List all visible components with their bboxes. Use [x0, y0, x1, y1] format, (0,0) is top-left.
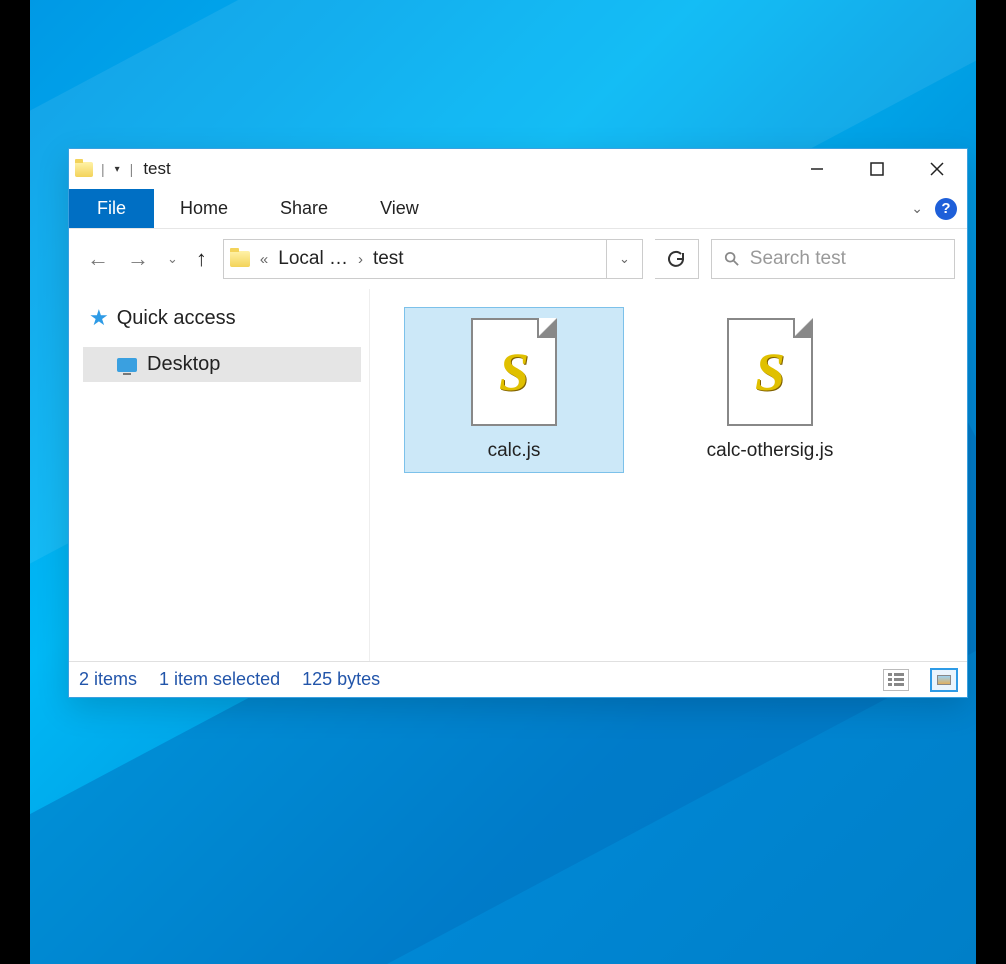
window-controls [787, 149, 967, 189]
status-selection: 1 item selected [159, 669, 280, 690]
status-item-count: 2 items [79, 669, 137, 690]
address-dropdown-icon[interactable]: ⌄ [606, 240, 642, 278]
navigation-row: ← → ⌄ ↑ « Local … › test ⌄ [69, 229, 967, 289]
star-icon: ★ [89, 305, 109, 331]
large-icons-view-button[interactable] [931, 669, 957, 691]
close-button[interactable] [907, 149, 967, 189]
main-area: ★ Quick access Desktop S calc.js [69, 289, 967, 661]
chevron-right-icon: › [358, 251, 363, 268]
status-bar: 2 items 1 item selected 125 bytes [69, 661, 967, 697]
sidebar-item-desktop[interactable]: Desktop [83, 347, 361, 382]
title-separator: | [130, 161, 134, 177]
breadcrumb-segment[interactable]: Local … [278, 248, 348, 270]
file-item[interactable]: S calc-othersig.js [660, 307, 880, 473]
file-name: calc.js [488, 440, 541, 462]
tab-share[interactable]: Share [254, 189, 354, 228]
tab-view[interactable]: View [354, 189, 445, 228]
folder-icon [75, 162, 93, 177]
minimize-button[interactable] [787, 149, 847, 189]
refresh-button[interactable] [655, 239, 699, 279]
status-size: 125 bytes [302, 669, 380, 690]
jscript-file-icon: S [727, 318, 813, 426]
title-bar: | ▾ | test [69, 149, 967, 189]
explorer-window: | ▾ | test File Home Share V [68, 148, 968, 698]
title-separator: | [101, 161, 105, 177]
ribbon-collapse-icon[interactable]: ⌄ [911, 200, 923, 217]
quick-access-label: Quick access [117, 307, 236, 330]
quick-access[interactable]: ★ Quick access [83, 301, 361, 335]
up-button[interactable]: ↑ [196, 246, 207, 272]
window-title: test [143, 159, 170, 179]
desktop-icon [117, 358, 137, 372]
breadcrumb-overflow-icon[interactable]: « [260, 251, 268, 268]
search-icon [724, 250, 740, 268]
file-item[interactable]: S calc.js [404, 307, 624, 473]
forward-button[interactable]: → [127, 246, 149, 272]
quick-access-toolbar-dropdown-icon[interactable]: ▾ [115, 164, 120, 175]
file-name: calc-othersig.js [707, 440, 834, 462]
navigation-pane: ★ Quick access Desktop [69, 289, 369, 661]
sidebar-item-label: Desktop [147, 353, 220, 376]
jscript-file-icon: S [471, 318, 557, 426]
back-button[interactable]: ← [87, 246, 109, 272]
details-view-button[interactable] [883, 669, 909, 691]
file-tab[interactable]: File [69, 189, 154, 228]
ribbon: File Home Share View ⌄ ? [69, 189, 967, 229]
recent-locations-icon[interactable]: ⌄ [167, 251, 178, 267]
address-bar[interactable]: « Local … › test ⌄ [223, 239, 643, 279]
desktop-background: | ▾ | test File Home Share V [30, 0, 976, 964]
maximize-button[interactable] [847, 149, 907, 189]
folder-icon [230, 251, 250, 267]
file-list[interactable]: S calc.js S calc-othersig.js [369, 289, 967, 661]
search-box[interactable] [711, 239, 955, 279]
search-input[interactable] [750, 248, 942, 270]
tab-home[interactable]: Home [154, 189, 254, 228]
help-icon[interactable]: ? [935, 198, 957, 220]
nav-arrows: ← → ⌄ ↑ [87, 246, 207, 272]
breadcrumb-segment-current[interactable]: test [373, 248, 404, 270]
